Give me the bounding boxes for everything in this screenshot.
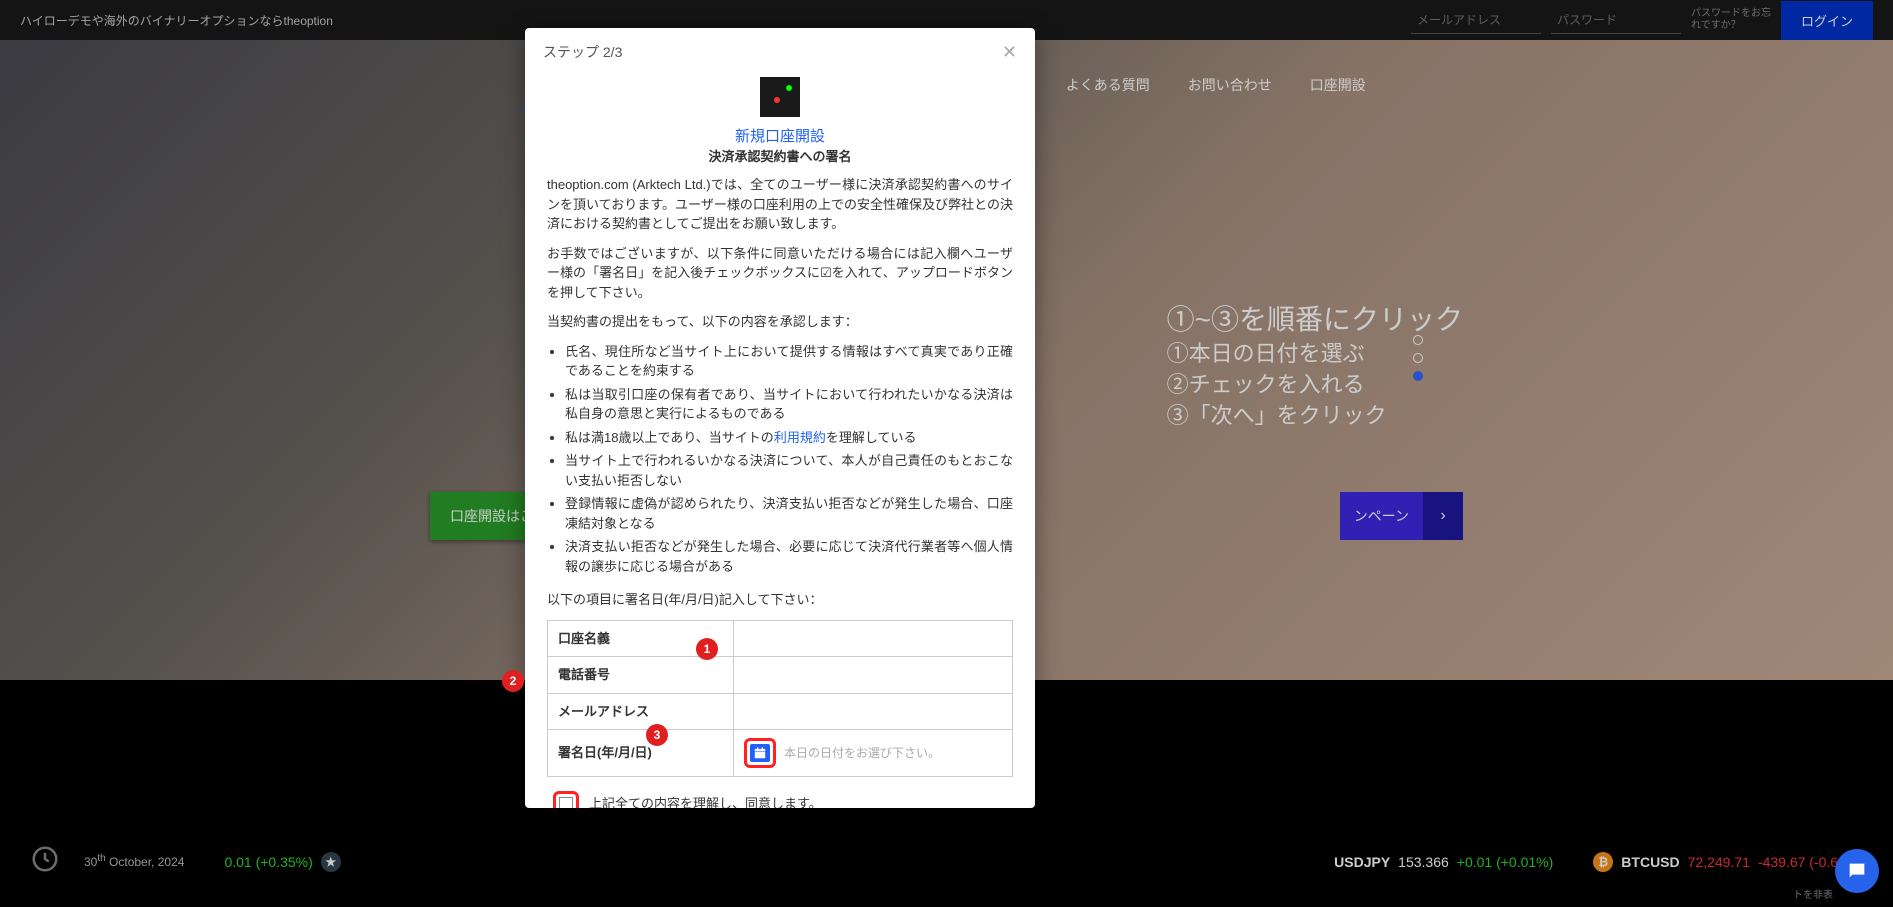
modal-p1: theoption.com (Arktech Ltd.)では、全てのユーザー様に… bbox=[547, 175, 1013, 234]
table-row: 口座名義 bbox=[548, 620, 1013, 657]
calendar-icon[interactable] bbox=[750, 744, 770, 762]
step-badge-1: 1 bbox=[696, 638, 718, 660]
close-icon[interactable]: ✕ bbox=[1002, 42, 1017, 63]
label-email: メールアドレス bbox=[548, 693, 734, 730]
value-email bbox=[734, 693, 1013, 730]
value-phone bbox=[734, 657, 1013, 694]
info-table: 口座名義 電話番号 メールアドレス 署名日(年/月/日) 本日の日付をお選び下さ… bbox=[547, 620, 1013, 778]
list-item: 当サイト上で行われるいかなる決済について、本人が自己責任のもとおこない支払い拒否… bbox=[565, 451, 1013, 490]
date-placeholder: 本日の日付をお選び下さい。 bbox=[784, 744, 940, 762]
modal-subtitle: 決済承認契約書への署名 bbox=[525, 146, 1035, 165]
checkbox-highlight bbox=[553, 791, 579, 808]
list-item: 私は満18歳以上であり、当サイトの利用規約を理解している bbox=[565, 428, 1013, 448]
chat-icon[interactable] bbox=[1835, 849, 1879, 893]
new-account-link[interactable]: 新規口座開設 bbox=[525, 125, 1035, 146]
signup-modal: ステップ 2/3 ✕ 新規口座開設 決済承認契約書への署名 theoption.… bbox=[525, 28, 1035, 808]
agreement-list: 氏名、現住所など当サイト上において提供する情報はすべて真実であり正確であることを… bbox=[547, 342, 1013, 577]
label-date: 署名日(年/月/日) bbox=[548, 730, 734, 777]
modal-p2: お手数ではございますが、以下条件に同意いただける場合には記入欄へユーザー様の「署… bbox=[547, 244, 1013, 303]
brand-logo-icon bbox=[760, 77, 800, 117]
list-item: 氏名、現住所など当サイト上において提供する情報はすべて真実であり正確であることを… bbox=[565, 342, 1013, 381]
table-row: 署名日(年/月/日) 本日の日付をお選び下さい。 bbox=[548, 730, 1013, 777]
table-row: 電話番号 bbox=[548, 657, 1013, 694]
step-badge-2: 2 bbox=[502, 670, 524, 692]
agree-label: 上記全ての内容を理解し、同意します。 bbox=[589, 794, 822, 808]
table-row: メールアドレス bbox=[548, 693, 1013, 730]
list-item: 決済支払い拒否などが発生した場合、必要に応じて決済代行業者等へ個人情報の譲歩に応… bbox=[565, 537, 1013, 576]
list-item: 登録情報に虚偽が認められたり、決済支払い拒否などが発生した場合、口座凍結対象とな… bbox=[565, 494, 1013, 533]
terms-link[interactable]: 利用規約 bbox=[774, 430, 826, 445]
calendar-highlight bbox=[744, 738, 776, 768]
modal-p4: 以下の項目に署名日(年/月/日)記入して下さい： bbox=[547, 590, 1013, 610]
list-item: 私は当取引口座の保有者であり、当サイトにおいて行われたいかなる決済は私自身の意思… bbox=[565, 385, 1013, 424]
value-name bbox=[734, 620, 1013, 657]
agree-row: 上記全ての内容を理解し、同意します。 bbox=[547, 791, 1013, 808]
modal-p3: 当契約書の提出をもって、以下の内容を承認します： bbox=[547, 312, 1013, 332]
label-phone: 電話番号 bbox=[548, 657, 734, 694]
modal-step: ステップ 2/3 bbox=[543, 42, 622, 63]
agree-checkbox[interactable] bbox=[559, 797, 573, 808]
step-badge-3: 3 bbox=[646, 724, 668, 746]
modal-body: theoption.com (Arktech Ltd.)では、全てのユーザー様に… bbox=[525, 175, 1035, 808]
